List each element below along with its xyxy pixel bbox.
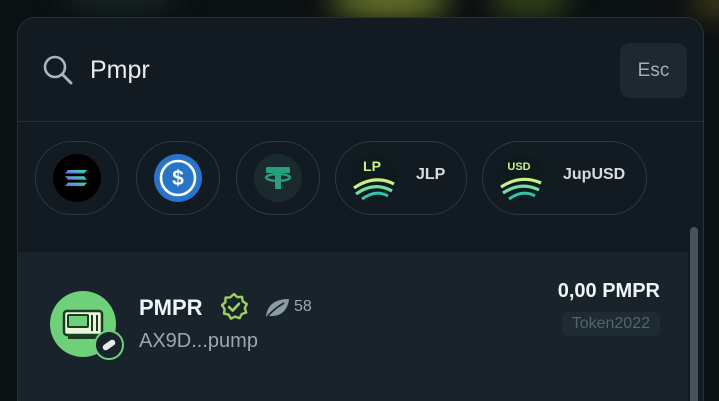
quick-token-list: $ LP JLP USD JupUSD [18,122,703,252]
solana-logo-icon [53,154,101,202]
token-symbol: PMPR [139,295,203,320]
token-result-row[interactable]: PMPR 58 AX9D...pump 0,00 PMPR Token2022 [18,252,688,401]
svg-text:USD: USD [507,161,530,173]
quick-token-usdc[interactable]: $ [136,141,220,215]
usdc-logo-icon: $ [154,154,202,202]
quick-token-jupusd[interactable]: USD JupUSD [482,141,647,215]
scrollbar[interactable] [690,227,698,401]
search-input[interactable] [90,48,610,92]
svg-text:$: $ [172,167,184,190]
jlp-logo-icon: LP [350,154,398,202]
svg-text:LP: LP [363,158,381,174]
token-program-badge: Token2022 [561,312,660,336]
quick-token-label: JupUSD [563,166,626,183]
background-glow [490,0,570,14]
pill-icon [94,330,124,360]
jupusd-logo-icon: USD [497,154,545,202]
background-glow [690,0,719,16]
esc-button[interactable]: Esc [620,43,687,98]
organic-score: 58 [294,298,312,315]
quick-token-sol[interactable] [35,141,119,215]
background-glow [330,0,450,18]
background-glow [60,0,180,10]
token-address: AX9D...pump [139,330,258,352]
tether-logo-icon [254,154,302,202]
verified-icon [220,292,248,320]
token-balance: 0,00 PMPR [557,280,660,302]
quick-token-label: JLP [416,166,446,183]
token-search-modal: Esc $ [17,17,704,401]
leaf-icon [266,299,289,318]
search-icon [43,55,73,85]
search-bar: Esc [18,18,703,122]
quick-token-usdt[interactable] [236,141,320,215]
quick-token-jlp[interactable]: LP JLP [335,141,467,215]
